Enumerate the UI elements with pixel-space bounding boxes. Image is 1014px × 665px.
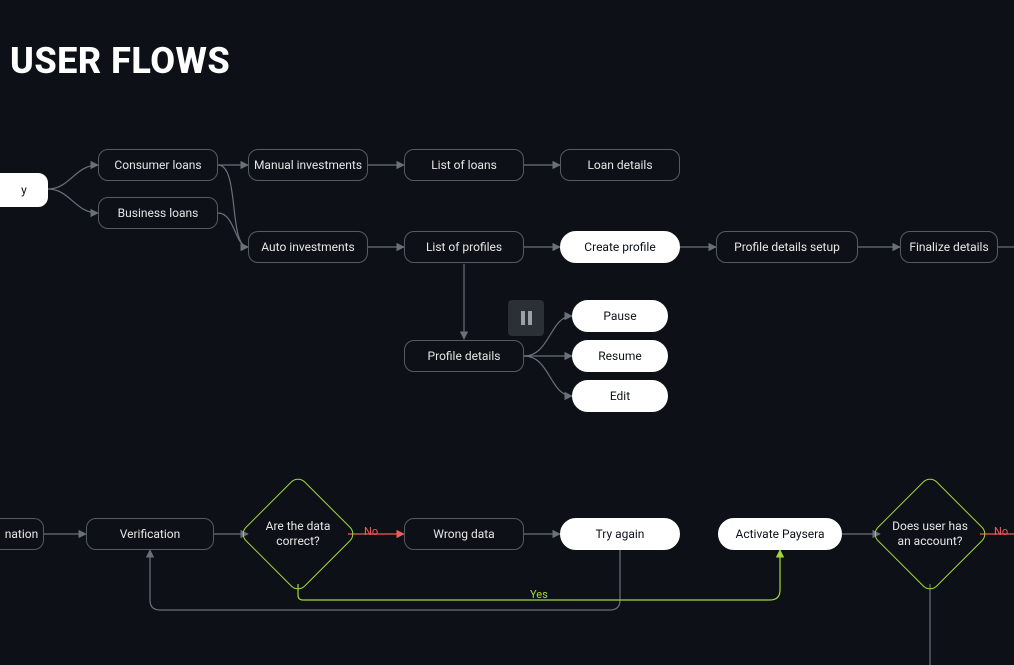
node-manual-investments: Manual investments <box>248 149 368 181</box>
decision-data-correct: Are the data correct? <box>256 492 340 576</box>
decision-data-correct-label: Are the data correct? <box>256 492 340 576</box>
node-business-loans: Business loans <box>98 197 218 229</box>
edge-label-no-2: No <box>994 525 1008 538</box>
overlay-marker-icon <box>508 300 544 336</box>
decision-has-account: Does user has an account? <box>888 492 972 576</box>
node-activate-paysera: Activate Paysera <box>718 518 842 550</box>
node-list-of-profiles: List of profiles <box>404 231 524 263</box>
node-create-profile: Create profile <box>560 231 680 263</box>
edge-label-yes: Yes <box>530 588 548 601</box>
node-consumer-loans: Consumer loans <box>98 149 218 181</box>
edges <box>0 0 1014 665</box>
node-start-partial: y <box>0 173 48 207</box>
node-loan-details: Loan details <box>560 149 680 181</box>
node-pause: Pause <box>572 300 668 332</box>
node-try-again: Try again <box>560 518 680 550</box>
node-profile-details-setup: Profile details setup <box>716 231 858 263</box>
node-auto-investments: Auto investments <box>248 231 368 263</box>
node-verification: Verification <box>86 518 214 550</box>
decision-has-account-label: Does user has an account? <box>888 492 972 576</box>
node-edit: Edit <box>572 380 668 412</box>
node-profile-details: Profile details <box>404 340 524 372</box>
node-nation-partial: nation <box>0 518 44 550</box>
edge-label-no: No <box>364 525 378 538</box>
node-list-of-loans: List of loans <box>404 149 524 181</box>
page-title: USER FLOWS <box>10 40 230 82</box>
node-finalize-details: Finalize details <box>900 231 998 263</box>
node-resume: Resume <box>572 340 668 372</box>
node-wrong-data: Wrong data <box>404 518 524 550</box>
